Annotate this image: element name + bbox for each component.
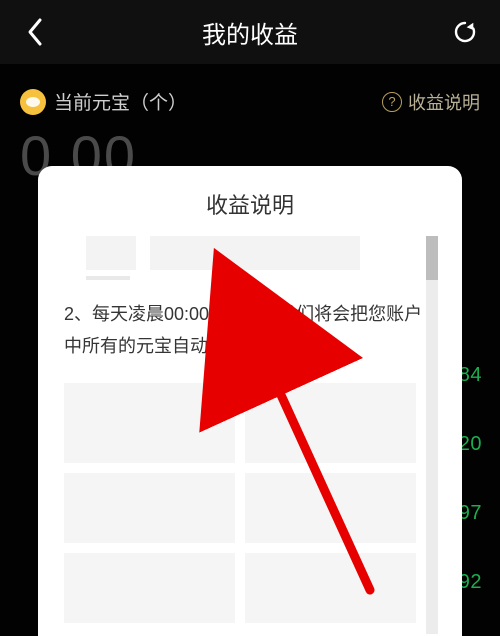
refresh-icon [452, 19, 478, 45]
modal-title: 收益说明 [60, 188, 440, 220]
earnings-explain-text: 收益说明 [408, 89, 480, 115]
back-button[interactable] [10, 0, 60, 64]
placeholder-block [150, 236, 360, 270]
chevron-left-icon [26, 17, 44, 47]
coin-icon [20, 89, 46, 115]
balance-left: 当前元宝（个） [20, 88, 187, 115]
scrollbar-track [426, 236, 438, 634]
placeholder-block [86, 276, 130, 280]
placeholder-block [245, 383, 416, 463]
placeholder-block [64, 553, 235, 623]
balance-row: 当前元宝（个） ? 收益说明 [20, 88, 480, 115]
question-icon: ? [382, 92, 402, 112]
page-title: 我的收益 [202, 15, 298, 50]
placeholder-block [245, 473, 416, 543]
earnings-explain-link[interactable]: ? 收益说明 [382, 89, 480, 115]
placeholder-block [64, 473, 235, 543]
earnings-explain-modal: 收益说明 2、每天凌晨00:00-06:00，我们将会把您账户中所有的元宝自动转… [38, 166, 462, 636]
placeholder-block [245, 553, 416, 623]
modal-rule-2: 2、每天凌晨00:00-06:00，我们将会把您账户中所有的元宝自动转为余额； [64, 298, 436, 363]
scrollbar-thumb[interactable] [426, 236, 438, 280]
placeholder-line [86, 236, 440, 270]
balance-label: 当前元宝（个） [54, 88, 187, 115]
placeholder-block [64, 383, 235, 463]
refresh-button[interactable] [440, 0, 490, 64]
placeholder-grid [64, 383, 436, 623]
modal-scroll-area[interactable]: 2、每天凌晨00:00-06:00，我们将会把您账户中所有的元宝自动转为余额； [60, 236, 440, 634]
navbar: 我的收益 [0, 0, 500, 64]
placeholder-block [86, 236, 136, 270]
